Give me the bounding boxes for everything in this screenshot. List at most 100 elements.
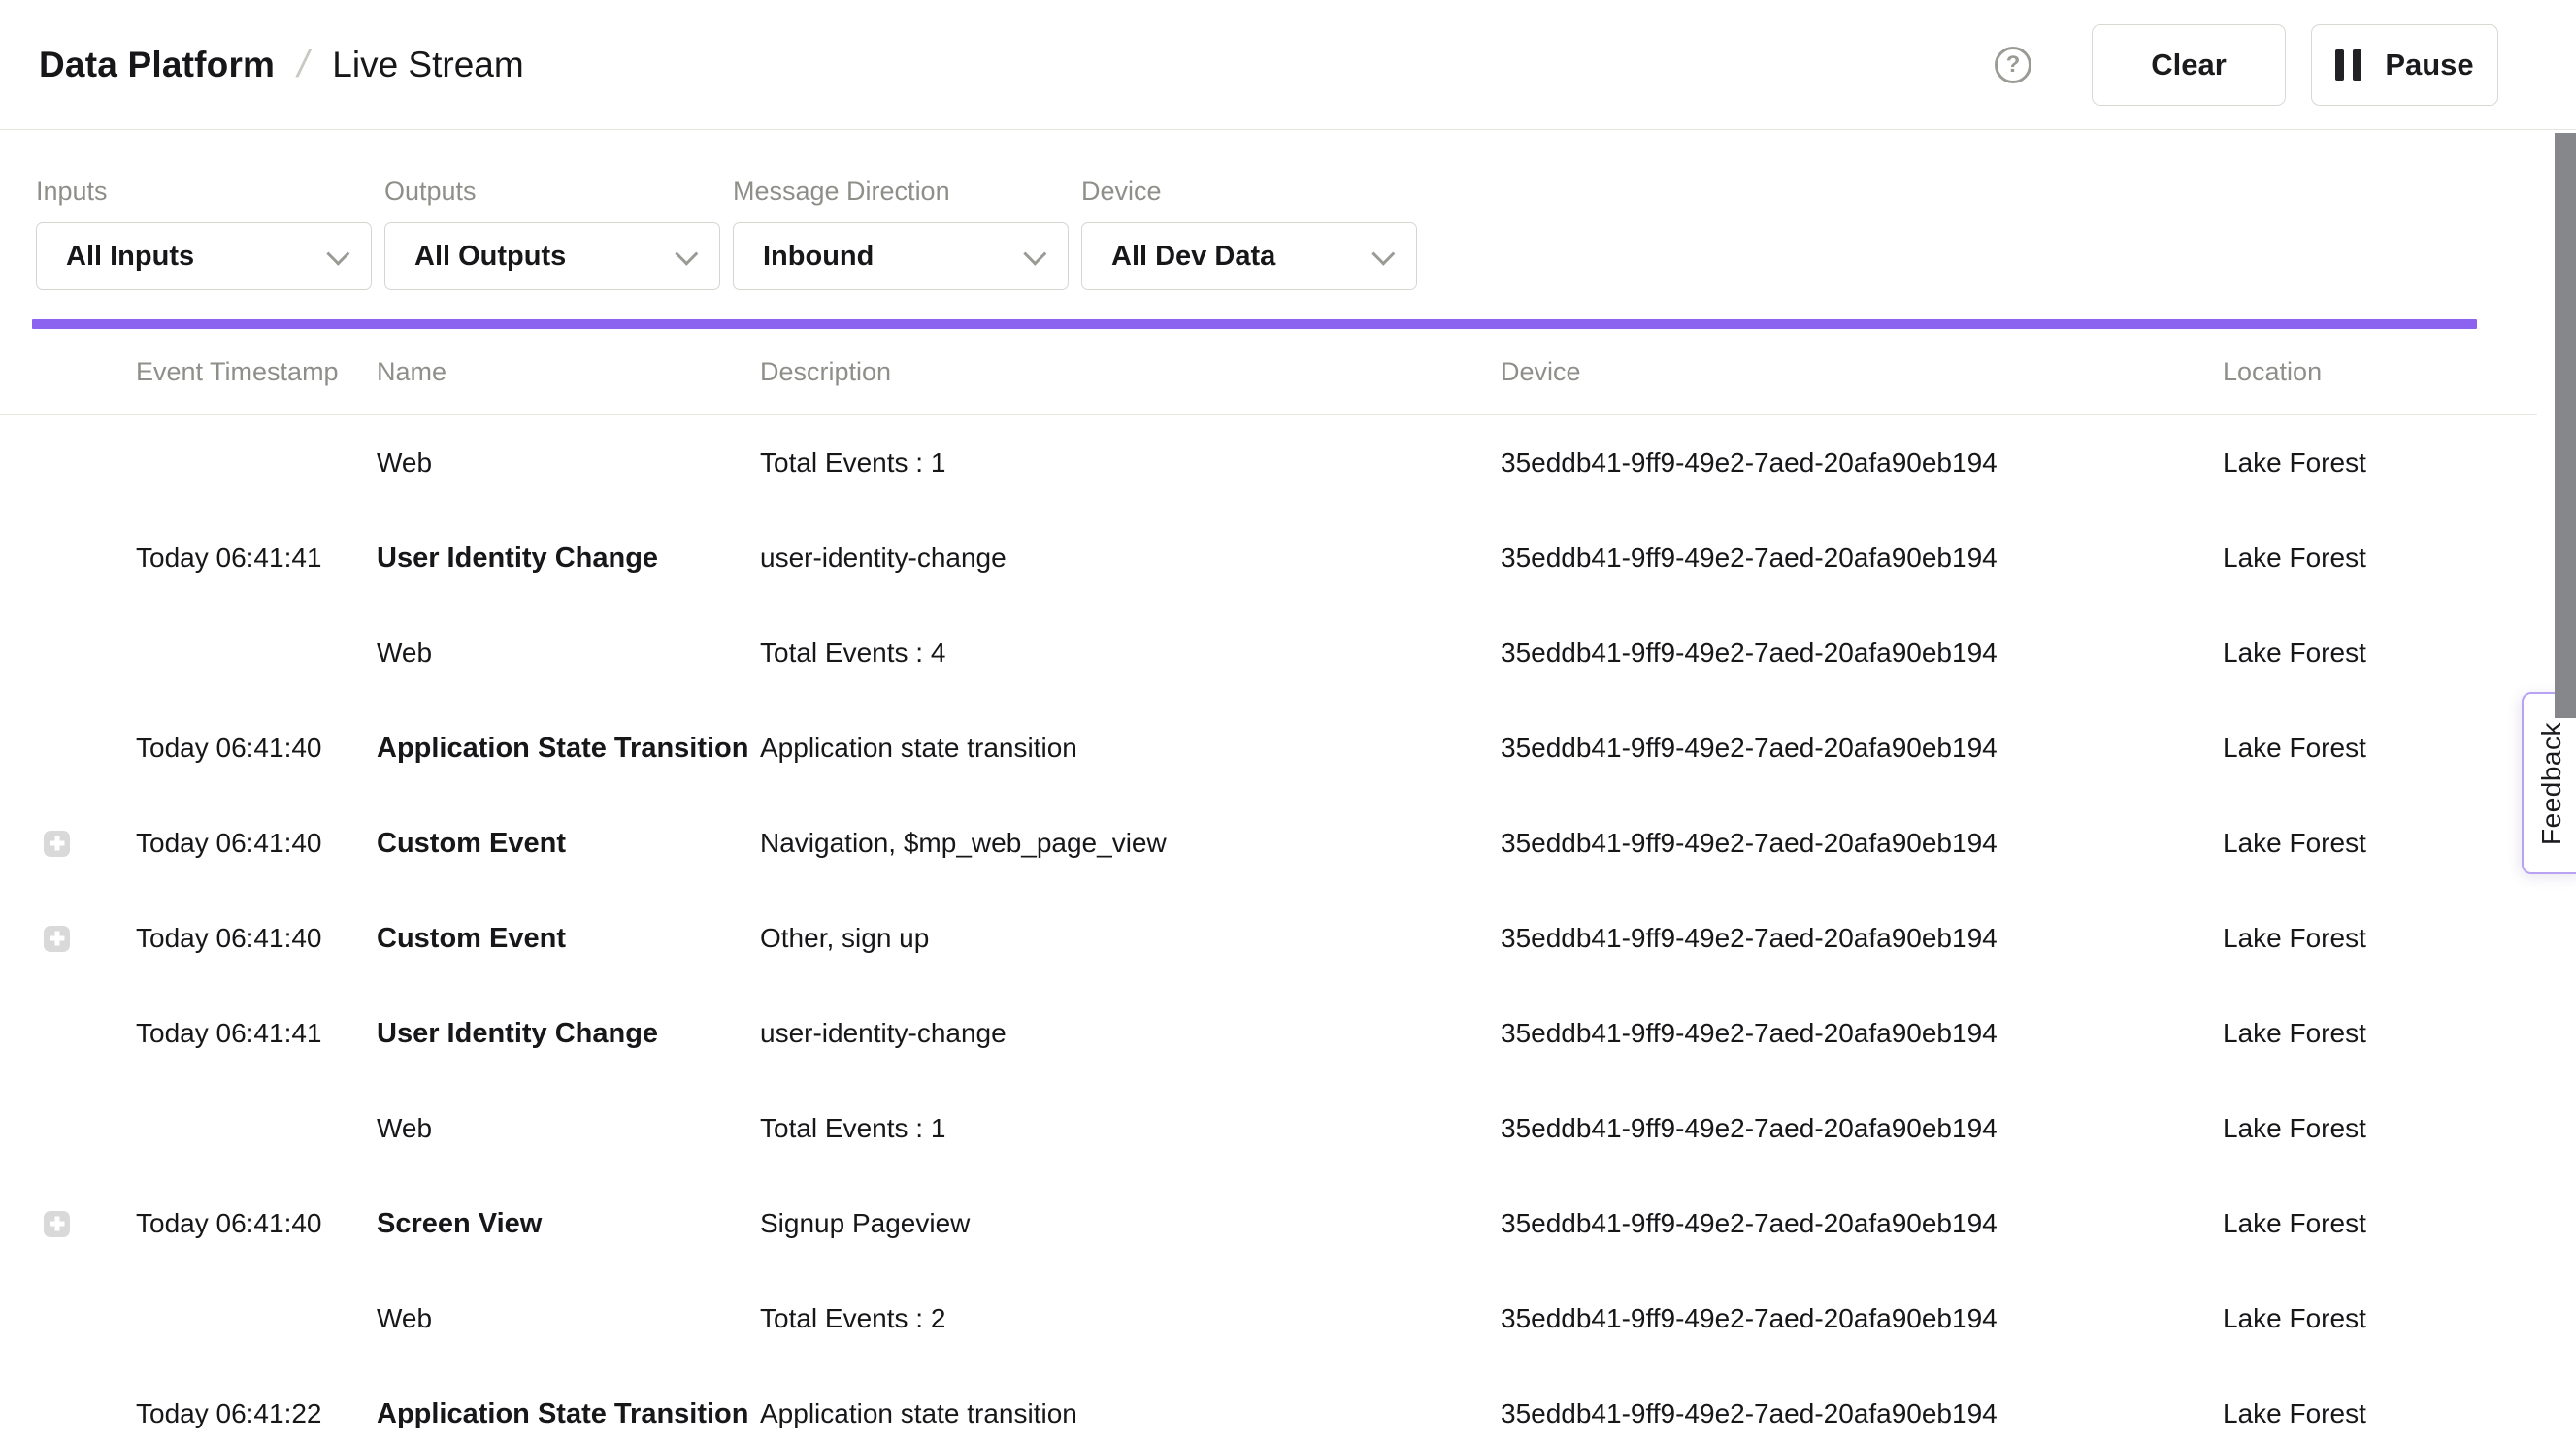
breadcrumb: Data Platform / Live Stream: [39, 43, 524, 86]
breadcrumb-separator: /: [293, 43, 314, 86]
live-stream-table: Event Timestamp Name Description Device …: [0, 329, 2576, 1442]
table-row[interactable]: Today 06:41:41 User Identity Change user…: [0, 510, 2576, 606]
event-name-cell: Application State Transition: [377, 733, 760, 765]
table-row[interactable]: Today 06:41:40 Screen View Signup Pagevi…: [0, 1176, 2576, 1271]
event-name-cell: Web: [377, 447, 760, 478]
event-location-cell: Lake Forest: [2223, 1113, 2576, 1144]
event-device-cell: 35eddb41-9ff9-49e2-7aed-20afa90eb194: [1501, 828, 2223, 859]
event-description-cell: Other, sign up: [760, 923, 1501, 954]
table-row[interactable]: Web Total Events : 1 35eddb41-9ff9-49e2-…: [0, 1081, 2576, 1176]
event-location-cell: Lake Forest: [2223, 447, 2576, 478]
chevron-down-icon: [1371, 242, 1395, 265]
event-location-cell: Lake Forest: [2223, 1018, 2576, 1049]
message-direction-filter-value: Inbound: [763, 241, 874, 273]
event-device-cell: 35eddb41-9ff9-49e2-7aed-20afa90eb194: [1501, 1018, 2223, 1049]
event-name-cell: Web: [377, 1113, 760, 1144]
event-name-cell: Screen View: [377, 1208, 760, 1240]
inputs-filter-value: All Inputs: [66, 241, 194, 273]
message-direction-filter-label: Message Direction: [733, 177, 1069, 207]
device-filter-label: Device: [1081, 177, 1417, 207]
table-row[interactable]: Web Total Events : 4 35eddb41-9ff9-49e2-…: [0, 606, 2576, 701]
event-location-cell: Lake Forest: [2223, 1208, 2576, 1239]
pause-button[interactable]: Pause: [2311, 24, 2498, 106]
vertical-scrollbar-thumb[interactable]: [2555, 133, 2576, 718]
event-timestamp-cell: Today 06:41:22: [136, 1398, 377, 1429]
event-description-cell: Signup Pageview: [760, 1208, 1501, 1239]
expand-plus-icon[interactable]: [44, 926, 70, 952]
breadcrumb-root[interactable]: Data Platform: [39, 45, 275, 85]
event-timestamp-cell: Today 06:41:40: [136, 733, 377, 764]
table-row[interactable]: Today 06:41:40 Application State Transit…: [0, 701, 2576, 796]
clear-button[interactable]: Clear: [2092, 24, 2286, 106]
column-header-location: Location: [2223, 357, 2576, 387]
column-header-timestamp: Event Timestamp: [136, 357, 377, 387]
filter-group-device: Device All Dev Data: [1081, 177, 1417, 290]
table-header-row: Event Timestamp Name Description Device …: [0, 329, 2576, 414]
event-description-cell: user-identity-change: [760, 1018, 1501, 1049]
inputs-filter-select[interactable]: All Inputs: [36, 222, 372, 290]
device-filter-select[interactable]: All Dev Data: [1081, 222, 1417, 290]
table-row[interactable]: Today 06:41:40 Custom Event Other, sign …: [0, 891, 2576, 986]
event-name-cell: Custom Event: [377, 923, 760, 955]
expand-plus-icon[interactable]: [44, 1211, 70, 1237]
event-description-cell: Application state transition: [760, 733, 1501, 764]
event-name-cell: Application State Transition: [377, 1398, 760, 1430]
event-device-cell: 35eddb41-9ff9-49e2-7aed-20afa90eb194: [1501, 1208, 2223, 1239]
message-direction-filter-select[interactable]: Inbound: [733, 222, 1069, 290]
outputs-filter-select[interactable]: All Outputs: [384, 222, 720, 290]
event-timestamp-cell: Today 06:41:40: [136, 828, 377, 859]
event-device-cell: 35eddb41-9ff9-49e2-7aed-20afa90eb194: [1501, 1303, 2223, 1334]
column-header-description: Description: [760, 357, 1501, 387]
filter-bar: Inputs All Inputs Outputs All Outputs Me…: [0, 130, 2576, 290]
event-description-cell: Total Events : 2: [760, 1303, 1501, 1334]
chevron-down-icon: [1023, 242, 1046, 265]
event-timestamp-cell: Today 06:41:40: [136, 923, 377, 954]
event-device-cell: 35eddb41-9ff9-49e2-7aed-20afa90eb194: [1501, 542, 2223, 574]
table-row[interactable]: Today 06:41:22 Application State Transit…: [0, 1366, 2576, 1442]
column-header-name: Name: [377, 357, 760, 387]
table-row[interactable]: Web Total Events : 1 35eddb41-9ff9-49e2-…: [0, 415, 2576, 510]
event-timestamp-cell: Today 06:41:41: [136, 1018, 377, 1049]
chevron-down-icon: [675, 242, 698, 265]
event-description-cell: Total Events : 4: [760, 638, 1501, 669]
event-description-cell: user-identity-change: [760, 542, 1501, 574]
help-icon[interactable]: ?: [1995, 47, 2031, 83]
table-body: Web Total Events : 1 35eddb41-9ff9-49e2-…: [0, 415, 2576, 1442]
outputs-filter-value: All Outputs: [414, 241, 566, 273]
table-row[interactable]: Web Total Events : 2 35eddb41-9ff9-49e2-…: [0, 1271, 2576, 1366]
chevron-down-icon: [326, 242, 349, 265]
pause-button-label: Pause: [2385, 48, 2473, 82]
table-row[interactable]: Today 06:41:41 User Identity Change user…: [0, 986, 2576, 1081]
device-filter-value: All Dev Data: [1111, 241, 1275, 273]
event-name-cell: User Identity Change: [377, 1018, 760, 1050]
event-device-cell: 35eddb41-9ff9-49e2-7aed-20afa90eb194: [1501, 447, 2223, 478]
event-device-cell: 35eddb41-9ff9-49e2-7aed-20afa90eb194: [1501, 733, 2223, 764]
filter-group-outputs: Outputs All Outputs: [384, 177, 720, 290]
event-name-cell: Web: [377, 1303, 760, 1334]
event-description-cell: Total Events : 1: [760, 1113, 1501, 1144]
event-description-cell: Navigation, $mp_web_page_view: [760, 828, 1501, 859]
event-description-cell: Total Events : 1: [760, 447, 1501, 478]
filter-group-inputs: Inputs All Inputs: [36, 177, 372, 290]
event-name-cell: Custom Event: [377, 828, 760, 860]
event-location-cell: Lake Forest: [2223, 923, 2576, 954]
event-location-cell: Lake Forest: [2223, 638, 2576, 669]
stream-accent-bar: [32, 319, 2477, 329]
column-header-device: Device: [1501, 357, 2223, 387]
page-title: Live Stream: [332, 45, 523, 85]
event-device-cell: 35eddb41-9ff9-49e2-7aed-20afa90eb194: [1501, 1113, 2223, 1144]
event-device-cell: 35eddb41-9ff9-49e2-7aed-20afa90eb194: [1501, 1398, 2223, 1429]
event-device-cell: 35eddb41-9ff9-49e2-7aed-20afa90eb194: [1501, 923, 2223, 954]
event-name-cell: Web: [377, 638, 760, 669]
event-timestamp-cell: Today 06:41:41: [136, 542, 377, 574]
outputs-filter-label: Outputs: [384, 177, 720, 207]
table-row[interactable]: Today 06:41:40 Custom Event Navigation, …: [0, 796, 2576, 891]
event-description-cell: Application state transition: [760, 1398, 1501, 1429]
inputs-filter-label: Inputs: [36, 177, 372, 207]
event-location-cell: Lake Forest: [2223, 1303, 2576, 1334]
feedback-tab[interactable]: Feedback: [2522, 692, 2576, 874]
filter-group-message-direction: Message Direction Inbound: [733, 177, 1069, 290]
event-name-cell: User Identity Change: [377, 542, 760, 574]
event-device-cell: 35eddb41-9ff9-49e2-7aed-20afa90eb194: [1501, 638, 2223, 669]
expand-plus-icon[interactable]: [44, 831, 70, 857]
